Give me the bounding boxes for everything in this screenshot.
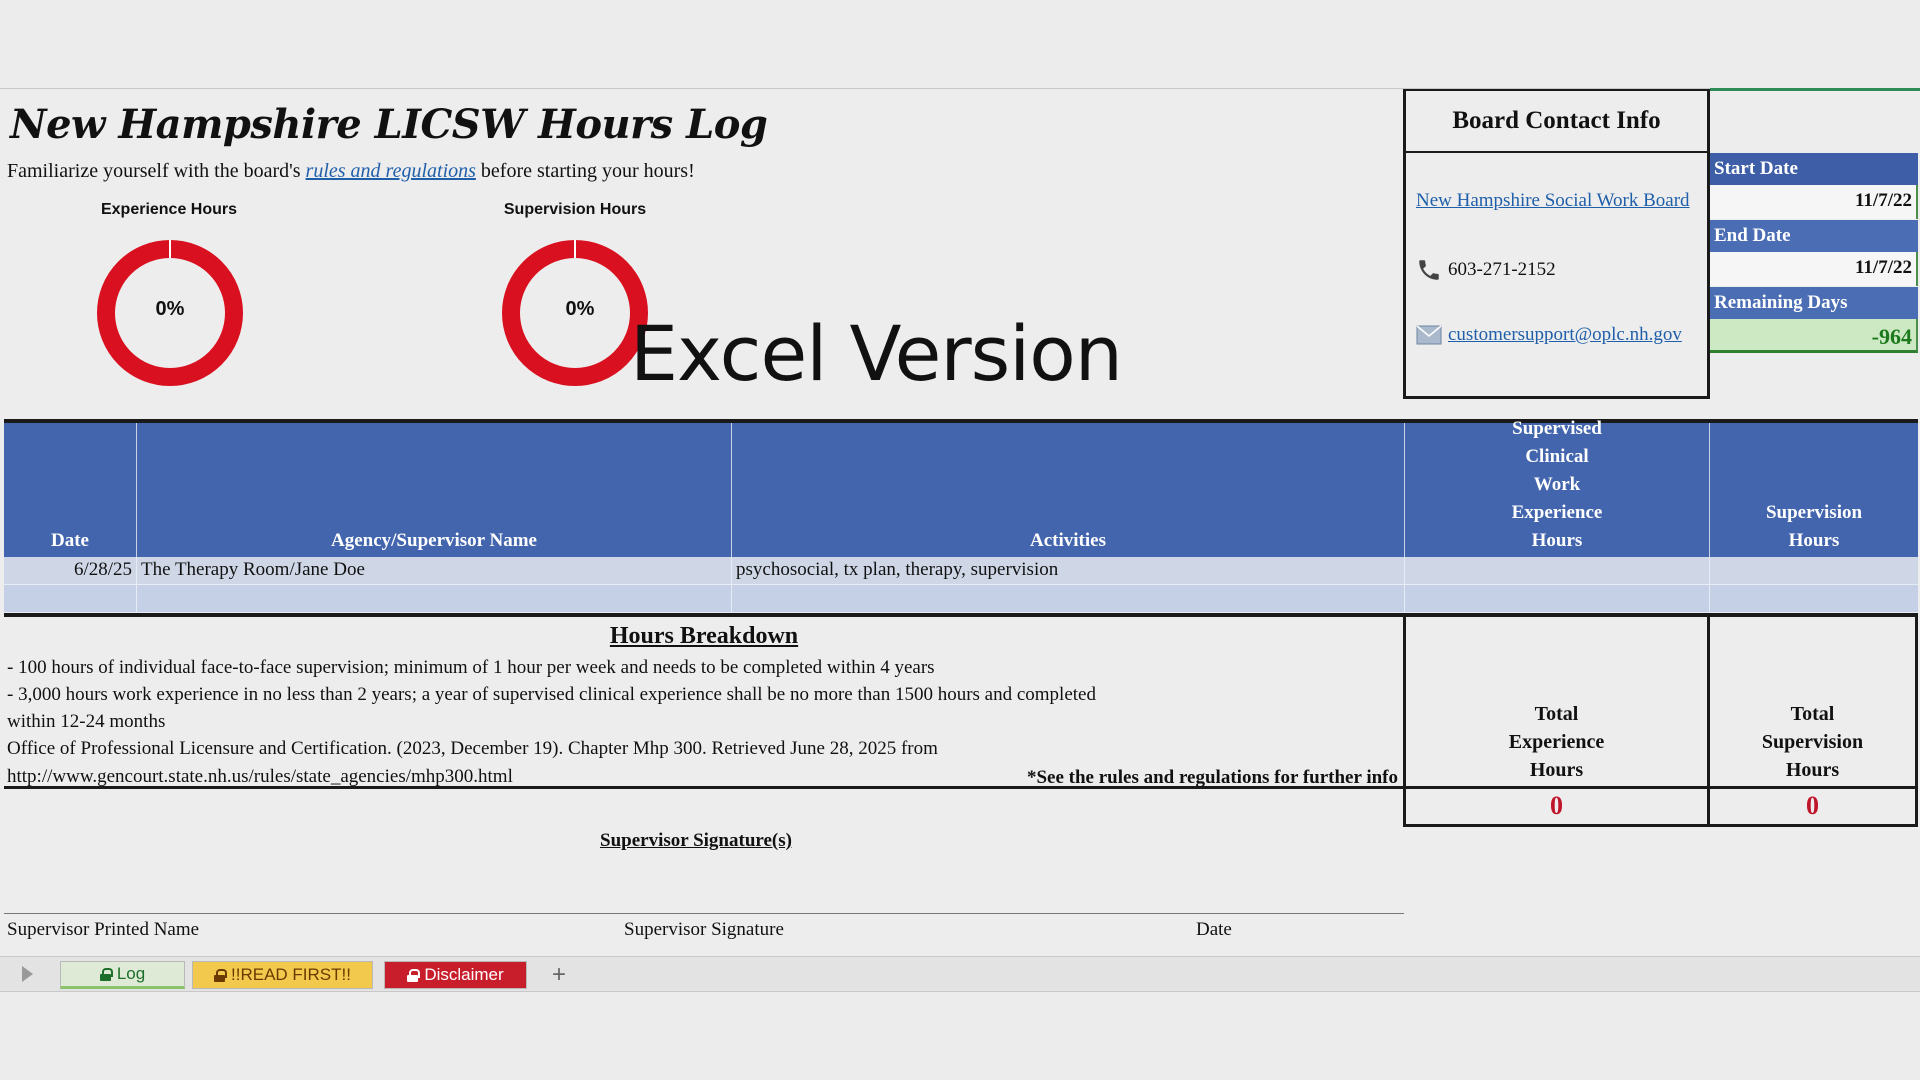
page-title: New Hampshire LICSW Hours Log (10, 101, 768, 148)
col-experience-line: Work (1533, 474, 1581, 495)
sheet-tab-bar: Log !!READ FIRST!! Disclaimer + (0, 956, 1920, 992)
board-link-row: New Hampshire Social Work Board (1416, 190, 1690, 212)
col-experience-header: Supervised Clinical Work Experience Hour… (1405, 418, 1710, 557)
board-phone-row: 603-271-2152 (1416, 257, 1556, 283)
intro-before: Familiarize yourself with the board's (7, 160, 306, 182)
excel-version-overlay: Excel Version (630, 309, 1123, 398)
row-activities-cell[interactable] (732, 585, 1405, 613)
breakdown-title: Hours Breakdown (609, 623, 799, 649)
table-row (4, 585, 1918, 613)
intro-text: Familiarize yourself with the board's ru… (7, 160, 695, 183)
signature-line (4, 913, 1404, 914)
row-date-cell[interactable]: 6/28/25 (4, 557, 137, 585)
col-experience-line: Clinical (1525, 446, 1589, 467)
board-contact-heading: Board Contact Info (1406, 91, 1707, 153)
add-sheet-button[interactable]: + (540, 961, 578, 989)
tab-disclaimer-label: Disclaimer (424, 965, 504, 984)
remaining-days-value: -964 (1710, 319, 1918, 353)
total-experience-line: Experience (1508, 731, 1605, 753)
total-experience-value: 0 (1403, 789, 1710, 827)
col-supervision-line: Hours (1788, 530, 1840, 551)
breakdown-note: *See the rules and regulations for furth… (1026, 767, 1398, 788)
col-experience-line: Experience (1511, 502, 1603, 523)
end-date-value[interactable]: 11/7/22 (1710, 252, 1918, 286)
total-experience-line: Hours (1529, 759, 1584, 781)
col-agency-text: Agency/Supervisor Name (331, 530, 537, 551)
lock-icon (99, 967, 113, 981)
end-date-label: End Date (1710, 220, 1918, 252)
col-date-header: Date (4, 423, 137, 557)
lock-icon (407, 968, 421, 982)
breakdown-url: http://www.gencourt.state.nh.us/rules/st… (7, 766, 513, 787)
total-supervision-value: 0 (1707, 789, 1918, 827)
col-date-text: Date (51, 530, 89, 551)
total-supervision-line: Total (1790, 703, 1835, 725)
board-email-link[interactable]: customersupport@oplc.nh.gov (1448, 324, 1682, 346)
phone-icon (1419, 260, 1439, 280)
row-agency-cell[interactable]: The Therapy Room/Jane Doe (137, 557, 732, 585)
intro-after: before starting your hours! (475, 160, 695, 182)
supervisor-printed-name-label: Supervisor Printed Name (7, 919, 200, 940)
board-email-row: customersupport@oplc.nh.gov (1416, 324, 1682, 346)
board-link[interactable]: New Hampshire Social Work Board (1416, 190, 1690, 212)
tab-log[interactable]: Log (60, 961, 185, 989)
tab-read-first-label: !!READ FIRST!! (231, 965, 351, 984)
row-agency-cell[interactable] (137, 585, 732, 613)
breakdown-line: Office of Professional Licensure and Cer… (7, 738, 938, 759)
tab-scroll-right-icon[interactable] (22, 966, 33, 982)
row-activities-cell[interactable]: psychosocial, tx plan, therapy, supervis… (732, 557, 1405, 585)
board-contact-panel: Board Contact Info New Hampshire Social … (1403, 89, 1710, 399)
supervision-gauge-label: Supervision Hours (503, 201, 647, 218)
hours-breakdown: Hours Breakdown - 100 hours of individua… (4, 613, 1404, 789)
lock-icon (214, 968, 228, 982)
total-supervision-label: Total Supervision Hours (1707, 613, 1918, 789)
breakdown-line: within 12-24 months (7, 711, 166, 732)
table-row: 6/28/25 The Therapy Room/Jane Doe psycho… (4, 557, 1918, 585)
col-activities-text: Activities (1030, 530, 1106, 551)
row-supervision-cell[interactable] (1710, 557, 1918, 585)
log-table-header: Date Agency/Supervisor Name Activities S… (4, 418, 1918, 557)
experience-gauge-percent: 0% (155, 298, 185, 320)
col-agency-header: Agency/Supervisor Name (137, 423, 732, 557)
row-experience-cell[interactable] (1405, 585, 1710, 613)
start-date-value[interactable]: 11/7/22 (1710, 185, 1918, 219)
board-phone: 603-271-2152 (1448, 259, 1556, 280)
col-supervision-header: Supervision Hours (1710, 423, 1918, 557)
col-experience-line: Supervised (1512, 418, 1602, 439)
total-experience-label: Total Experience Hours (1403, 613, 1710, 789)
row-experience-cell[interactable] (1405, 557, 1710, 585)
start-date-label: Start Date (1710, 153, 1918, 185)
tab-log-label: Log (116, 964, 146, 983)
rules-link[interactable]: rules and regulations (306, 160, 476, 182)
email-icon (1416, 325, 1442, 345)
tab-read-first[interactable]: !!READ FIRST!! (192, 961, 373, 989)
dates-top-rule (1710, 88, 1920, 91)
total-supervision-line: Hours (1785, 759, 1840, 781)
signature-date-label: Date (1196, 919, 1232, 940)
total-experience-line: Total (1534, 703, 1579, 725)
tab-disclaimer[interactable]: Disclaimer (384, 961, 527, 989)
breakdown-line: - 100 hours of individual face-to-face s… (7, 657, 935, 678)
row-supervision-cell[interactable] (1710, 585, 1918, 613)
col-experience-line: Hours (1531, 530, 1583, 551)
remaining-days-label: Remaining Days (1710, 287, 1918, 319)
breakdown-line: - 3,000 hours work experience in no less… (7, 684, 1096, 705)
experience-gauge-label: Experience Hours (100, 201, 238, 218)
spreadsheet-sheet: New Hampshire LICSW Hours Log Familiariz… (0, 88, 1920, 956)
supervisor-signature-label: Supervisor Signature (624, 919, 784, 940)
row-date-cell[interactable] (4, 585, 137, 613)
total-supervision-line: Supervision (1761, 731, 1864, 753)
supervisor-signatures-title: Supervisor Signature(s) (600, 830, 792, 851)
col-activities-header: Activities (732, 423, 1405, 557)
col-supervision-line: Supervision (1765, 502, 1863, 523)
